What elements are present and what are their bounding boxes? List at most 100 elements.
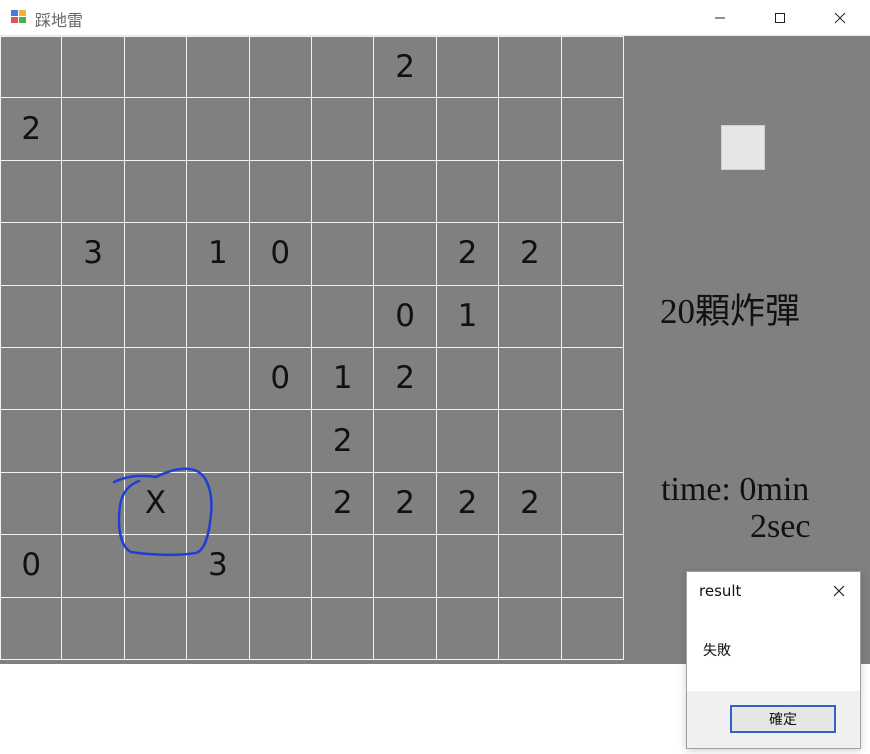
board-cell[interactable] (561, 535, 624, 598)
board-cell[interactable] (374, 535, 437, 598)
board-cell[interactable] (374, 98, 437, 161)
board-cell[interactable] (561, 285, 624, 348)
board-cell[interactable] (0, 472, 63, 536)
board-cell[interactable] (187, 410, 250, 473)
board-cell[interactable] (561, 472, 624, 536)
board-cell[interactable] (0, 223, 63, 286)
board-cell[interactable] (0, 36, 63, 99)
board-cell[interactable]: 2 (374, 348, 437, 411)
board-cell[interactable] (374, 223, 437, 286)
board-cell[interactable] (312, 535, 375, 598)
board-cell[interactable] (187, 36, 250, 99)
board-cell[interactable]: 3 (62, 223, 125, 286)
board-cell[interactable] (124, 223, 188, 286)
board-cell[interactable] (561, 36, 624, 99)
board-cell[interactable]: 3 (187, 535, 250, 598)
board-cell[interactable]: 2 (499, 472, 562, 536)
board-cell[interactable]: 2 (312, 410, 375, 473)
board-cell[interactable] (374, 410, 437, 473)
board-cell[interactable]: 2 (436, 472, 500, 536)
board-cell[interactable] (187, 348, 250, 411)
board-cell[interactable] (124, 410, 188, 473)
board-cell[interactable] (124, 36, 188, 99)
board-cell[interactable] (62, 472, 125, 536)
board-cell[interactable] (561, 98, 624, 161)
board-cell[interactable] (436, 98, 500, 161)
board-cell[interactable] (436, 410, 500, 473)
board-cell[interactable] (62, 597, 125, 660)
board-cell[interactable] (249, 472, 312, 536)
board-cell[interactable]: 2 (312, 472, 375, 536)
board-cell[interactable] (62, 348, 125, 411)
board-cell[interactable] (312, 223, 375, 286)
board-cell[interactable]: 2 (0, 98, 63, 161)
board-cell[interactable] (561, 223, 624, 286)
board-cell[interactable] (499, 410, 562, 473)
dialog-close-button[interactable] (824, 576, 854, 606)
board-cell[interactable] (187, 472, 250, 536)
board-cell[interactable] (249, 597, 312, 660)
board-cell[interactable]: 0 (249, 348, 312, 411)
board-cell[interactable] (124, 285, 188, 348)
board-cell[interactable] (312, 98, 375, 161)
board-cell[interactable] (124, 348, 188, 411)
board-cell[interactable] (436, 597, 500, 660)
restart-square-icon[interactable] (721, 125, 765, 170)
board-cell[interactable] (187, 98, 250, 161)
board-cell[interactable] (62, 410, 125, 473)
board-cell[interactable] (0, 160, 63, 224)
board-cell[interactable] (124, 535, 188, 598)
board-cell[interactable] (187, 160, 250, 224)
board-cell[interactable]: 1 (312, 348, 375, 411)
board-cell[interactable] (249, 160, 312, 224)
board-cell[interactable] (312, 285, 375, 348)
board-cell[interactable] (249, 285, 312, 348)
board-cell[interactable]: 2 (436, 223, 500, 286)
board-cell[interactable] (312, 160, 375, 224)
board-cell[interactable] (62, 98, 125, 161)
board-cell[interactable] (499, 348, 562, 411)
minimize-button[interactable] (690, 0, 750, 36)
board-cell[interactable]: 2 (374, 36, 437, 99)
board-cell[interactable]: X (124, 472, 188, 536)
board-cell[interactable] (62, 160, 125, 224)
board-cell[interactable]: 2 (374, 472, 437, 536)
board-cell[interactable]: 1 (436, 285, 500, 348)
board-cell[interactable] (436, 348, 500, 411)
board-cell[interactable] (561, 160, 624, 224)
board-cell[interactable] (436, 36, 500, 99)
board-cell[interactable] (62, 285, 125, 348)
board-cell[interactable] (312, 597, 375, 660)
board-cell[interactable] (374, 160, 437, 224)
board-cell[interactable] (0, 410, 63, 473)
board-cell[interactable] (312, 36, 375, 99)
board-cell[interactable] (249, 98, 312, 161)
board-cell[interactable] (436, 535, 500, 598)
board-cell[interactable] (0, 348, 63, 411)
board-cell[interactable] (0, 597, 63, 660)
board-cell[interactable] (249, 410, 312, 473)
board-cell[interactable] (374, 597, 437, 660)
board-cell[interactable] (499, 285, 562, 348)
board-cell[interactable]: 0 (249, 223, 312, 286)
board-cell[interactable] (561, 597, 624, 660)
board-cell[interactable] (0, 285, 63, 348)
board-cell[interactable] (124, 597, 188, 660)
board-cell[interactable]: 0 (374, 285, 437, 348)
board-cell[interactable] (499, 36, 562, 99)
close-button[interactable] (810, 0, 870, 36)
board-cell[interactable] (499, 535, 562, 598)
ok-button[interactable]: 確定 (730, 705, 836, 733)
board-cell[interactable] (249, 36, 312, 99)
board-cell[interactable] (499, 597, 562, 660)
board-cell[interactable] (561, 410, 624, 473)
board-cell[interactable] (187, 597, 250, 660)
board-cell[interactable] (187, 285, 250, 348)
board-cell[interactable] (499, 98, 562, 161)
board-cell[interactable] (499, 160, 562, 224)
board-cell[interactable] (436, 160, 500, 224)
board-cell[interactable]: 0 (0, 535, 63, 598)
board-cell[interactable]: 1 (187, 223, 250, 286)
board-cell[interactable] (249, 535, 312, 598)
maximize-button[interactable] (750, 0, 810, 36)
